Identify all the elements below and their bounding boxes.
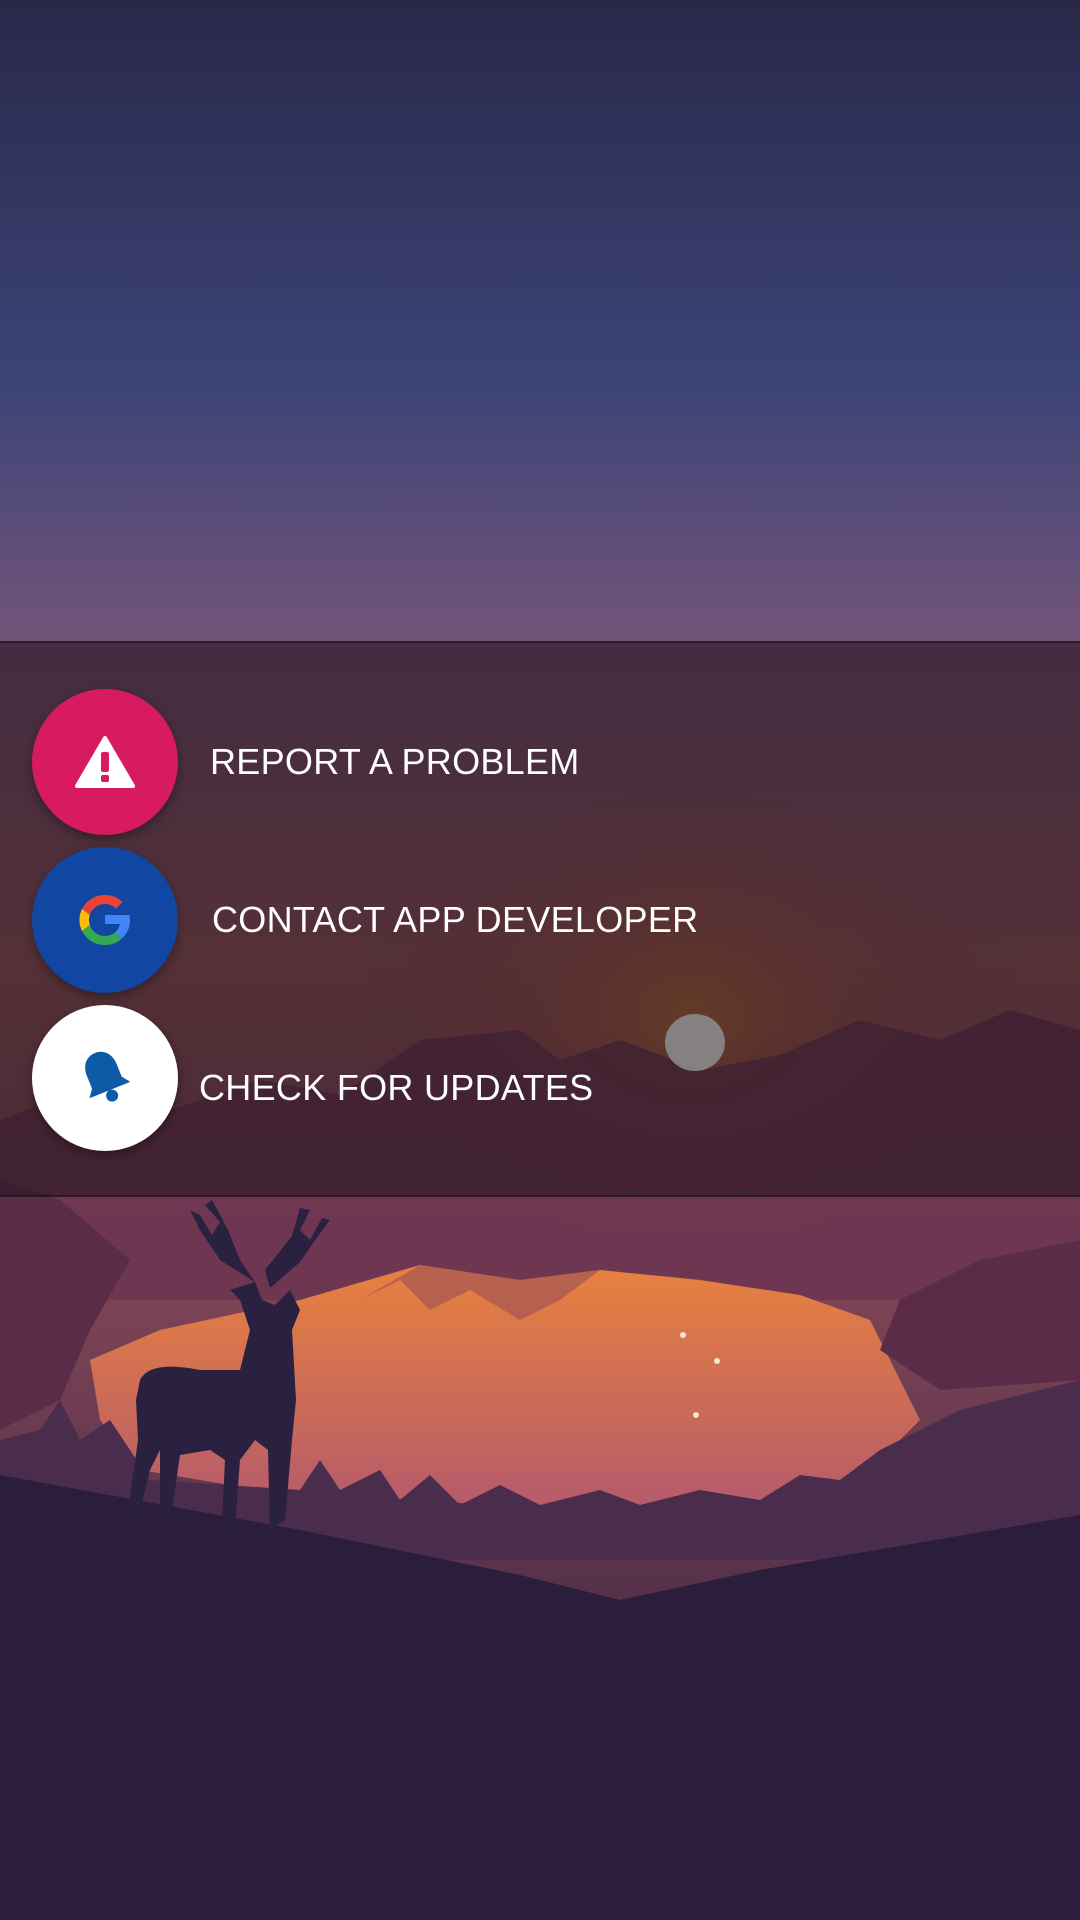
check-updates-label: CHECK FOR UPDATES <box>199 1067 594 1108</box>
warning-icon <box>75 736 135 788</box>
report-icon-circle[interactable] <box>32 689 178 835</box>
check-updates-item[interactable]: CHECK FOR UPDATES <box>0 1003 1080 1153</box>
contact-developer-item[interactable]: CONTACT APP DEVELOPER <box>0 845 1080 995</box>
touch-indicator <box>665 1014 725 1071</box>
google-g-icon <box>79 894 131 946</box>
report-problem-item[interactable]: REPORT A PROBLEM <box>0 687 1080 837</box>
contact-developer-label: CONTACT APP DEVELOPER <box>212 899 699 940</box>
updates-icon-circle[interactable] <box>32 1005 178 1151</box>
bell-icon <box>85 1051 131 1102</box>
contact-icon-circle[interactable] <box>32 847 178 993</box>
report-problem-label: REPORT A PROBLEM <box>210 741 580 782</box>
actions-menu-panel: REPORT A PROBLEM CONTACT APP DEVELOPER C… <box>0 641 1080 1197</box>
